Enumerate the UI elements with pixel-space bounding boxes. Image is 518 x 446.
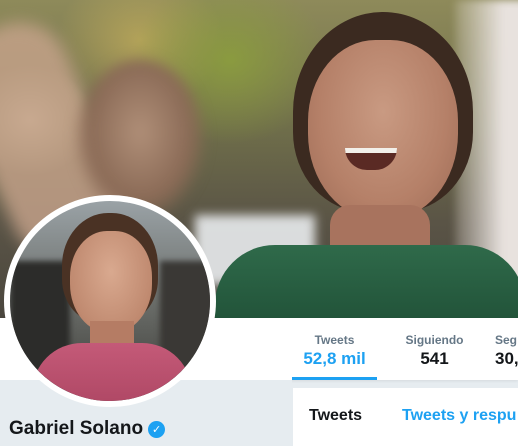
stat-value: 541 — [420, 349, 449, 368]
avatar[interactable] — [4, 195, 216, 407]
verified-badge-icon: ✓ — [148, 420, 166, 438]
stat-label: Seg — [495, 333, 518, 347]
stat-following[interactable]: Siguiendo 541 — [392, 318, 477, 380]
stat-tweets[interactable]: Tweets 52,8 mil — [292, 318, 377, 380]
stat-label: Tweets — [314, 333, 355, 347]
stat-followers[interactable]: Seg 30, — [492, 318, 518, 380]
stat-value: 52,8 mil — [303, 349, 366, 368]
profile-name-row: Gabriel Solano ✓ — [9, 418, 166, 440]
tab-tweets[interactable]: Tweets — [309, 407, 362, 425]
timeline-tabs: Tweets Tweets y respu — [292, 388, 518, 446]
stat-label: Siguiendo — [405, 333, 464, 347]
avatar-photo — [10, 201, 210, 401]
profile-name[interactable]: Gabriel Solano — [9, 418, 143, 440]
tab-tweets-and-replies[interactable]: Tweets y respu — [402, 407, 516, 425]
stat-value: 30, — [495, 349, 518, 368]
profile-page: Tweets 52,8 mil Siguiendo 541 Seg 30, Ga… — [0, 0, 518, 446]
